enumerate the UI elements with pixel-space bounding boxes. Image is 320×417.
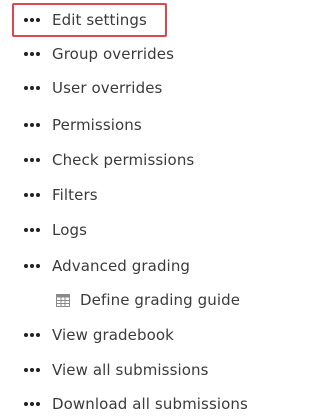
menu-item-label: Download all submissions <box>52 395 248 413</box>
menu-item-label: Advanced grading <box>52 257 191 275</box>
menu-item-advanced-grading[interactable]: Advanced grading <box>22 255 190 277</box>
ellipsis-icon <box>22 120 44 130</box>
ellipsis-icon <box>22 225 44 235</box>
ellipsis-icon <box>22 365 44 375</box>
menu-item-view-all-submissions[interactable]: View all submissions <box>22 359 209 381</box>
menu-item-permissions[interactable]: Permissions <box>22 114 142 136</box>
menu-item-user-overrides[interactable]: User overrides <box>22 77 162 99</box>
ellipsis-icon <box>22 330 44 340</box>
ellipsis-icon <box>22 15 44 25</box>
menu-item-label: Edit settings <box>52 11 147 29</box>
grid-icon <box>56 293 70 307</box>
menu-item-logs[interactable]: Logs <box>22 219 87 241</box>
menu-item-check-permissions[interactable]: Check permissions <box>22 149 194 171</box>
menu-item-edit-settings[interactable]: Edit settings <box>22 9 147 31</box>
menu-item-label: Group overrides <box>52 45 175 63</box>
menu-item-filters[interactable]: Filters <box>22 184 98 206</box>
menu-item-label: Permissions <box>52 116 142 134</box>
ellipsis-icon <box>22 155 44 165</box>
menu-item-label: Filters <box>52 186 98 204</box>
ellipsis-icon <box>22 49 44 59</box>
menu-item-label: Define grading guide <box>80 291 241 309</box>
ellipsis-icon <box>22 399 44 409</box>
ellipsis-icon <box>22 190 44 200</box>
menu-item-define-grading-guide[interactable]: Define grading guide <box>56 289 240 311</box>
ellipsis-icon <box>22 83 44 93</box>
menu-item-label: View all submissions <box>52 361 209 379</box>
menu-item-group-overrides[interactable]: Group overrides <box>22 43 174 65</box>
menu-item-label: View gradebook <box>52 326 174 344</box>
menu-item-label: Logs <box>52 221 88 239</box>
menu-item-label: User overrides <box>52 79 163 97</box>
ellipsis-icon <box>22 261 44 271</box>
menu-item-label: Check permissions <box>52 151 195 169</box>
menu-item-download-all-submissions[interactable]: Download all submissions <box>22 393 248 415</box>
menu-item-view-gradebook[interactable]: View gradebook <box>22 324 174 346</box>
